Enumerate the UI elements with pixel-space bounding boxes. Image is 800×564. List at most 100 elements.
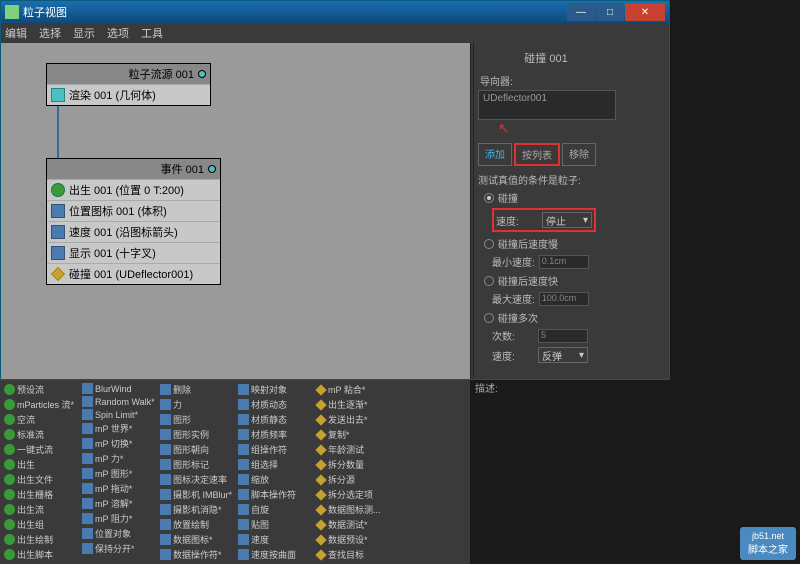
close-button[interactable]: ✕ xyxy=(625,3,665,21)
node-row-collision: 碰撞 001 (UDeflector001) xyxy=(47,263,220,284)
node-event[interactable]: 事件 001 出生 001 (位置 0 T:200) 位置图标 001 (体积)… xyxy=(46,158,221,285)
output-port-icon[interactable] xyxy=(198,70,206,78)
operator-item[interactable]: 出生脚本 xyxy=(2,547,80,562)
operator-item[interactable]: 组操作符 xyxy=(236,442,314,457)
count-input[interactable]: 5 xyxy=(538,329,588,343)
speed-icon xyxy=(51,225,65,239)
operator-item[interactable]: 材质频率 xyxy=(236,427,314,442)
add-button[interactable]: 添加 xyxy=(478,143,512,166)
operator-icon xyxy=(160,489,171,500)
radio-multi[interactable] xyxy=(484,313,494,323)
operator-item[interactable]: mP 世界* xyxy=(80,421,158,436)
radio-slow[interactable] xyxy=(484,239,494,249)
operator-item[interactable]: mP 拖动* xyxy=(80,481,158,496)
node-particle-source[interactable]: 粒子流源 001 渲染 001 (几何体) xyxy=(46,63,211,106)
operator-item[interactable]: 标准流 xyxy=(2,427,80,442)
operator-item[interactable]: 放置绘制 xyxy=(158,517,236,532)
operator-item[interactable]: 发送出去* xyxy=(314,412,392,427)
max-speed-input[interactable]: 100.0cm xyxy=(539,292,589,306)
menu-select[interactable]: 选择 xyxy=(39,25,61,41)
operator-icon xyxy=(238,414,249,425)
operator-item[interactable]: 复制* xyxy=(314,427,392,442)
operator-item[interactable]: mP 图形* xyxy=(80,466,158,481)
operator-item[interactable]: 图形 xyxy=(158,412,236,427)
operator-item[interactable]: 查找目标 xyxy=(314,547,392,562)
operator-item[interactable]: mP 切换* xyxy=(80,436,158,451)
operator-item[interactable]: 映射对象 xyxy=(236,382,314,397)
minimize-button[interactable]: — xyxy=(567,3,595,21)
radio-fast[interactable] xyxy=(484,276,494,286)
operator-item[interactable]: 组选择 xyxy=(236,457,314,472)
operator-item[interactable]: 贴图 xyxy=(236,517,314,532)
operator-item[interactable]: 摄影机 IMBlur* xyxy=(158,487,236,502)
app-icon xyxy=(5,5,19,19)
operator-icon xyxy=(4,384,15,395)
operator-item[interactable]: 数据测试* xyxy=(314,517,392,532)
operator-item[interactable]: 材质动态 xyxy=(236,397,314,412)
operator-icon xyxy=(238,384,249,395)
maximize-button[interactable]: □ xyxy=(596,3,624,21)
operator-item[interactable]: 图形朝向 xyxy=(158,442,236,457)
operator-item[interactable]: 空流 xyxy=(2,412,80,427)
operator-item[interactable]: 拆分选定项 xyxy=(314,487,392,502)
operator-icon xyxy=(315,414,326,425)
operator-item[interactable]: 力 xyxy=(158,397,236,412)
operator-icon xyxy=(315,399,326,410)
operator-item[interactable]: 拆分源 xyxy=(314,472,392,487)
node-canvas[interactable]: 粒子流源 001 渲染 001 (几何体) 事件 001 出生 001 (位置 … xyxy=(1,43,471,379)
menu-tools[interactable]: 工具 xyxy=(141,25,163,41)
operator-item[interactable]: 出生流 xyxy=(2,502,80,517)
operator-item[interactable]: 一键式流 xyxy=(2,442,80,457)
menu-display[interactable]: 显示 xyxy=(73,25,95,41)
operator-item[interactable]: 摄影机消隐* xyxy=(158,502,236,517)
operator-item[interactable]: 数据预设* xyxy=(314,532,392,547)
operator-item[interactable]: 删除 xyxy=(158,382,236,397)
annotation-arrow-icon: ↖ xyxy=(498,120,614,137)
operator-item[interactable]: 自旋 xyxy=(236,502,314,517)
operator-item[interactable]: 数据操作符* xyxy=(158,547,236,562)
operator-item[interactable]: 出生逐渐* xyxy=(314,397,392,412)
operator-item[interactable]: 缩放 xyxy=(236,472,314,487)
operator-item[interactable]: 速度 xyxy=(236,532,314,547)
by-list-button[interactable]: 按列表 xyxy=(514,143,560,166)
operator-item[interactable]: 图形标记 xyxy=(158,457,236,472)
menu-options[interactable]: 选项 xyxy=(107,25,129,41)
radio-collide[interactable] xyxy=(484,193,494,203)
operator-item[interactable]: 速度按曲面 xyxy=(236,547,314,562)
operator-item[interactable]: 图标决定速率 xyxy=(158,472,236,487)
operator-item[interactable]: 年龄测试 xyxy=(314,442,392,457)
operator-item[interactable]: 脚本操作符 xyxy=(236,487,314,502)
min-speed-input[interactable]: 0.1cm xyxy=(539,255,589,269)
titlebar[interactable]: 粒子视图 — □ ✕ xyxy=(1,1,669,23)
operator-item[interactable]: mP 阻力* xyxy=(80,511,158,526)
operator-item[interactable]: mP 力* xyxy=(80,451,158,466)
operator-icon xyxy=(238,534,249,545)
operator-item[interactable]: 出生栅格 xyxy=(2,487,80,502)
operator-item[interactable]: 出生文件 xyxy=(2,472,80,487)
operator-item[interactable]: 数据图标测... xyxy=(314,502,392,517)
remove-button[interactable]: 移除 xyxy=(562,143,596,166)
operator-item[interactable]: mP 溶解* xyxy=(80,496,158,511)
operator-item[interactable]: Random Walk* xyxy=(80,395,158,408)
operator-item[interactable]: 位置对象 xyxy=(80,526,158,541)
operator-item[interactable]: BlurWind xyxy=(80,382,158,395)
operator-item[interactable]: 拆分数量 xyxy=(314,457,392,472)
operator-item[interactable]: mP 粘合* xyxy=(314,382,392,397)
operator-item[interactable]: Spin Limit* xyxy=(80,408,158,421)
operator-item[interactable]: 数据图标* xyxy=(158,532,236,547)
operator-item[interactable]: 保持分开* xyxy=(80,541,158,556)
operator-item[interactable]: 预设流 xyxy=(2,382,80,397)
operator-icon xyxy=(4,444,15,455)
operator-item[interactable]: 出生组 xyxy=(2,517,80,532)
menu-edit[interactable]: 编辑 xyxy=(5,25,27,41)
operator-item[interactable]: mParticles 流* xyxy=(2,397,80,412)
deflector-list[interactable]: UDeflector001 xyxy=(478,90,616,120)
speed2-dropdown[interactable]: 反弹▾ xyxy=(538,347,588,363)
window-title: 粒子视图 xyxy=(23,4,567,20)
operator-item[interactable]: 出生绘制 xyxy=(2,532,80,547)
operator-item[interactable]: 图形实例 xyxy=(158,427,236,442)
output-port-icon[interactable] xyxy=(208,165,216,173)
speed-dropdown[interactable]: 停止▾ xyxy=(542,212,592,228)
operator-item[interactable]: 材质静态 xyxy=(236,412,314,427)
operator-item[interactable]: 出生 xyxy=(2,457,80,472)
